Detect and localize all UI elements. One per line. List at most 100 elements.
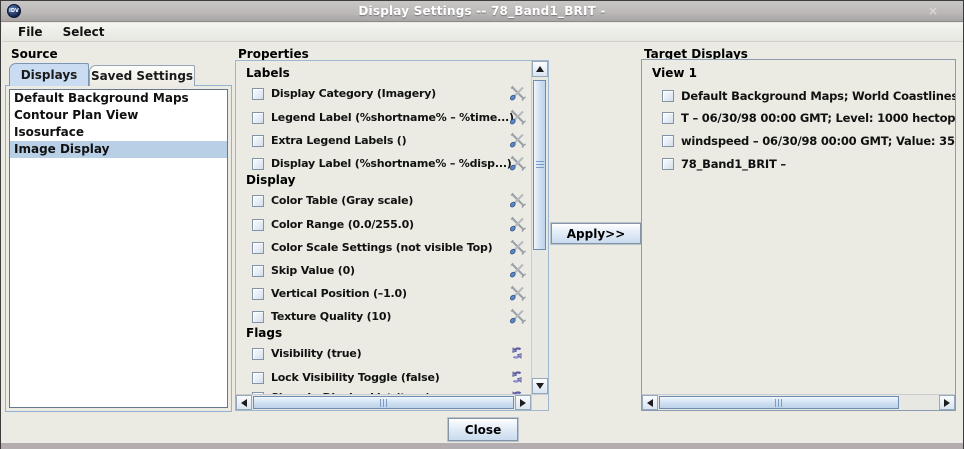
left-arrow-icon — [241, 399, 247, 407]
list-item-contour-plan-view[interactable]: Contour Plan View — [10, 107, 227, 124]
property-label: Color Range (0.0/255.0) — [271, 218, 414, 231]
target-label: windspeed – 06/30/98 00:00 GMT; Value: 3… — [681, 134, 955, 148]
list-item-default-background-maps[interactable]: Default Background Maps — [10, 90, 227, 107]
source-tab-content: Default Background Maps Contour Plan Vie… — [5, 85, 232, 412]
target-checkbox[interactable] — [662, 90, 674, 102]
properties-scroll-pane: Labels Display Category (Imagery) Legend… — [235, 60, 549, 411]
edit-properties-icon[interactable] — [509, 109, 526, 125]
property-row: Extra Legend Labels () — [236, 131, 531, 150]
target-row: 78_Band1_BRIT – — [642, 154, 955, 173]
property-label: Texture Quality (10) — [271, 310, 391, 323]
edit-properties-icon[interactable] — [509, 239, 526, 255]
horizontal-scroll-thumb[interactable] — [659, 396, 899, 409]
menu-file[interactable]: File — [10, 25, 51, 39]
property-checkbox[interactable] — [252, 219, 264, 231]
property-row: Color Range (0.0/255.0) — [236, 215, 531, 234]
source-section-label: Source — [11, 47, 58, 61]
menubar: File Select — [2, 23, 964, 42]
property-checkbox[interactable] — [252, 242, 264, 254]
window-title: Display Settings -- 78_Band1_BRIT - — [1, 4, 963, 18]
property-row: Legend Label (%shortname% – %time...) — [236, 108, 531, 127]
property-label: Visibility (true) — [271, 347, 361, 360]
edit-properties-icon[interactable] — [509, 132, 526, 148]
scroll-right-button[interactable] — [515, 395, 531, 410]
target-checkbox[interactable] — [662, 112, 674, 124]
scrollbar-corner — [531, 394, 548, 410]
right-arrow-icon — [944, 399, 950, 407]
property-row: Visibility (true) — [236, 344, 531, 363]
target-row: T – 06/30/98 00:00 GMT; Level: 1000 hect… — [642, 108, 955, 127]
properties-horizontal-scrollbar[interactable] — [236, 394, 531, 410]
property-row: Display Label (%shortname% – %disp...) — [236, 154, 531, 173]
property-label: Extra Legend Labels () — [271, 134, 406, 147]
view-1-label: View 1 — [652, 66, 697, 80]
property-checkbox[interactable] — [252, 112, 264, 124]
window-close-icon[interactable]: × — [925, 3, 941, 19]
edit-properties-icon[interactable] — [509, 85, 526, 101]
window-bottom-border — [1, 443, 963, 449]
target-displays-panel: View 1 Default Background Maps; World Co… — [641, 59, 956, 411]
titlebar[interactable]: IDV Display Settings -- 78_Band1_BRIT - … — [1, 1, 963, 22]
edit-properties-icon[interactable] — [509, 155, 526, 171]
property-checkbox[interactable] — [252, 195, 264, 207]
property-label: Skip Value (0) — [271, 264, 355, 277]
property-checkbox[interactable] — [252, 265, 264, 277]
scroll-left-button[interactable] — [642, 395, 658, 410]
property-label: Lock Visibility Toggle (false) — [271, 371, 440, 384]
property-checkbox[interactable] — [252, 348, 264, 360]
scroll-up-button[interactable] — [532, 61, 548, 77]
property-label: Display Label (%shortname% – %disp...) — [271, 157, 512, 170]
right-arrow-icon — [520, 399, 526, 407]
property-row: Vertical Position (–1.0) — [236, 284, 531, 303]
horizontal-scroll-thumb[interactable] — [253, 396, 514, 409]
toggle-flag-icon[interactable] — [509, 369, 526, 385]
property-checkbox[interactable] — [252, 372, 264, 384]
property-checkbox[interactable] — [252, 288, 264, 300]
scroll-down-button[interactable] — [532, 378, 548, 394]
edit-properties-icon[interactable] — [509, 192, 526, 208]
property-row: Display Category (Imagery) — [236, 84, 531, 103]
target-row: windspeed – 06/30/98 00:00 GMT; Value: 3… — [642, 131, 955, 150]
edit-properties-icon[interactable] — [509, 308, 526, 324]
displays-list: Default Background Maps Contour Plan Vie… — [9, 89, 228, 408]
list-item-image-display[interactable]: Image Display — [10, 141, 227, 158]
property-checkbox[interactable] — [252, 135, 264, 147]
edit-properties-icon[interactable] — [509, 285, 526, 301]
property-label: Display Category (Imagery) — [271, 87, 436, 100]
apply-button[interactable]: Apply>> — [551, 223, 641, 244]
close-button[interactable]: Close — [448, 418, 518, 441]
property-row: Skip Value (0) — [236, 261, 531, 280]
properties-section-label: Properties — [238, 47, 309, 61]
target-checkbox[interactable] — [662, 135, 674, 147]
property-row: Color Table (Gray scale) — [236, 191, 531, 210]
down-arrow-icon — [536, 383, 544, 389]
properties-viewport: Labels Display Category (Imagery) Legend… — [236, 61, 531, 394]
scroll-right-button[interactable] — [939, 395, 955, 410]
target-label: Default Background Maps; World Coastline… — [681, 89, 955, 103]
target-row: Default Background Maps; World Coastline… — [642, 86, 955, 105]
left-arrow-icon — [647, 399, 653, 407]
display-settings-window: IDV Display Settings -- 78_Band1_BRIT - … — [0, 0, 964, 449]
target-horizontal-scrollbar[interactable] — [642, 394, 955, 410]
list-item-isosurface[interactable]: Isosurface — [10, 124, 227, 141]
group-header-labels: Labels — [246, 66, 290, 82]
tab-saved-settings[interactable]: Saved Settings — [89, 65, 195, 86]
group-header-flags: Flags — [246, 326, 282, 342]
target-checkbox[interactable] — [662, 158, 674, 170]
tab-displays[interactable]: Displays — [9, 63, 89, 86]
target-label: T – 06/30/98 00:00 GMT; Level: 1000 hect… — [681, 111, 955, 125]
property-label: Color Scale Settings (not visible Top) — [271, 241, 493, 254]
edit-properties-icon[interactable] — [509, 216, 526, 232]
toggle-flag-icon[interactable] — [509, 345, 526, 361]
property-checkbox[interactable] — [252, 311, 264, 323]
menu-select[interactable]: Select — [55, 25, 113, 39]
scroll-left-button[interactable] — [236, 395, 252, 410]
vertical-scroll-thumb[interactable] — [533, 80, 546, 250]
group-header-display: Display — [246, 173, 295, 189]
properties-vertical-scrollbar[interactable] — [531, 61, 548, 394]
property-checkbox[interactable] — [252, 88, 264, 100]
property-checkbox[interactable] — [252, 158, 264, 170]
property-label: Vertical Position (–1.0) — [271, 287, 407, 300]
edit-properties-icon[interactable] — [509, 262, 526, 278]
property-label: Legend Label (%shortname% – %time...) — [271, 111, 514, 124]
